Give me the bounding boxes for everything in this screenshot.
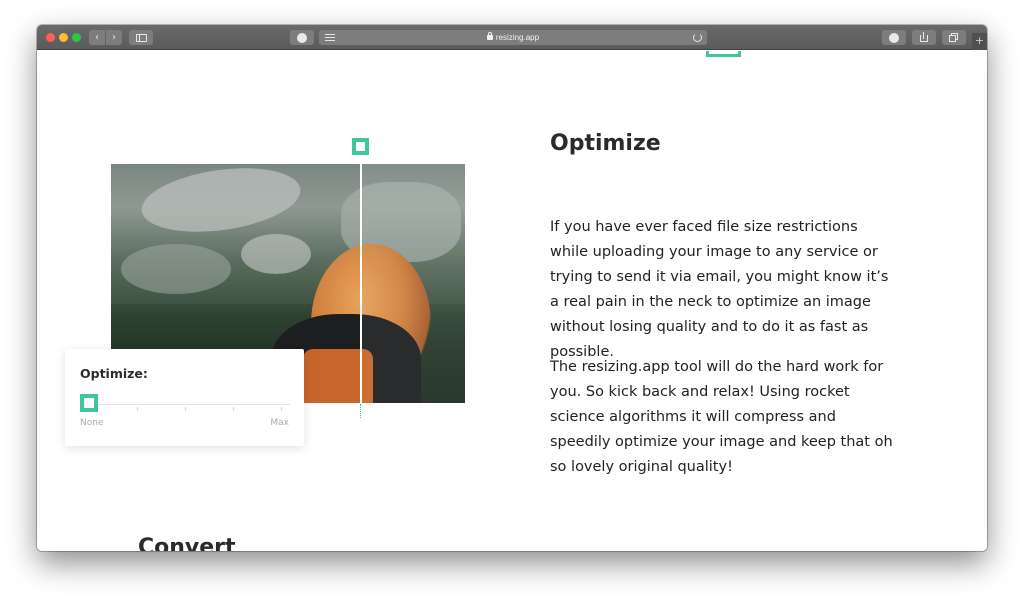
extension-icon [297, 33, 307, 43]
optimize-label: Optimize: [80, 366, 148, 381]
plus-icon: + [974, 34, 985, 47]
close-window-button[interactable] [46, 33, 55, 42]
decorative-bracket [706, 51, 741, 57]
sidebar-toggle-button[interactable] [129, 30, 153, 45]
browser-toolbar: ‹ › resizing.app + [37, 25, 987, 50]
forward-button[interactable]: › [106, 30, 122, 45]
next-section-title: Convert [138, 535, 236, 551]
section-paragraph-2: The resizing.app tool will do the hard w… [550, 359, 893, 475]
zoom-window-button[interactable] [72, 33, 81, 42]
section-title: Optimize [550, 131, 661, 156]
address-bar[interactable]: resizing.app [319, 30, 707, 45]
reload-icon[interactable] [693, 33, 702, 42]
chevron-left-icon: ‹ [95, 32, 99, 43]
minimize-window-button[interactable] [59, 33, 68, 42]
optimize-min-label: None [80, 418, 104, 428]
extension-button[interactable] [290, 30, 314, 45]
optimize-slider-thumb[interactable] [80, 394, 98, 412]
sidebar-icon [136, 34, 147, 42]
show-tabs-button[interactable] [942, 30, 966, 45]
browser-window: ‹ › resizing.app + Optimize: None Max Op… [37, 25, 987, 551]
optimize-max-label: Max [270, 418, 289, 428]
page-content: Optimize: None Max Optimize If you have … [37, 51, 987, 551]
comparison-handle[interactable] [352, 138, 369, 155]
comparison-divider-guide [360, 404, 361, 418]
share-icon [920, 35, 928, 42]
download-icon [889, 33, 899, 43]
url-text: resizing.app [495, 33, 540, 42]
optimize-card: Optimize: None Max [65, 349, 304, 446]
share-button[interactable] [912, 30, 936, 45]
chevron-right-icon: › [112, 32, 116, 43]
section-paragraph-1: If you have ever faced file size restric… [550, 219, 889, 360]
comparison-divider[interactable] [360, 155, 362, 417]
back-button[interactable]: ‹ [89, 30, 105, 45]
lock-icon [486, 32, 493, 40]
downloads-button[interactable] [882, 30, 906, 45]
optimize-slider-track[interactable] [89, 404, 290, 405]
new-tab-button[interactable]: + [972, 33, 987, 50]
